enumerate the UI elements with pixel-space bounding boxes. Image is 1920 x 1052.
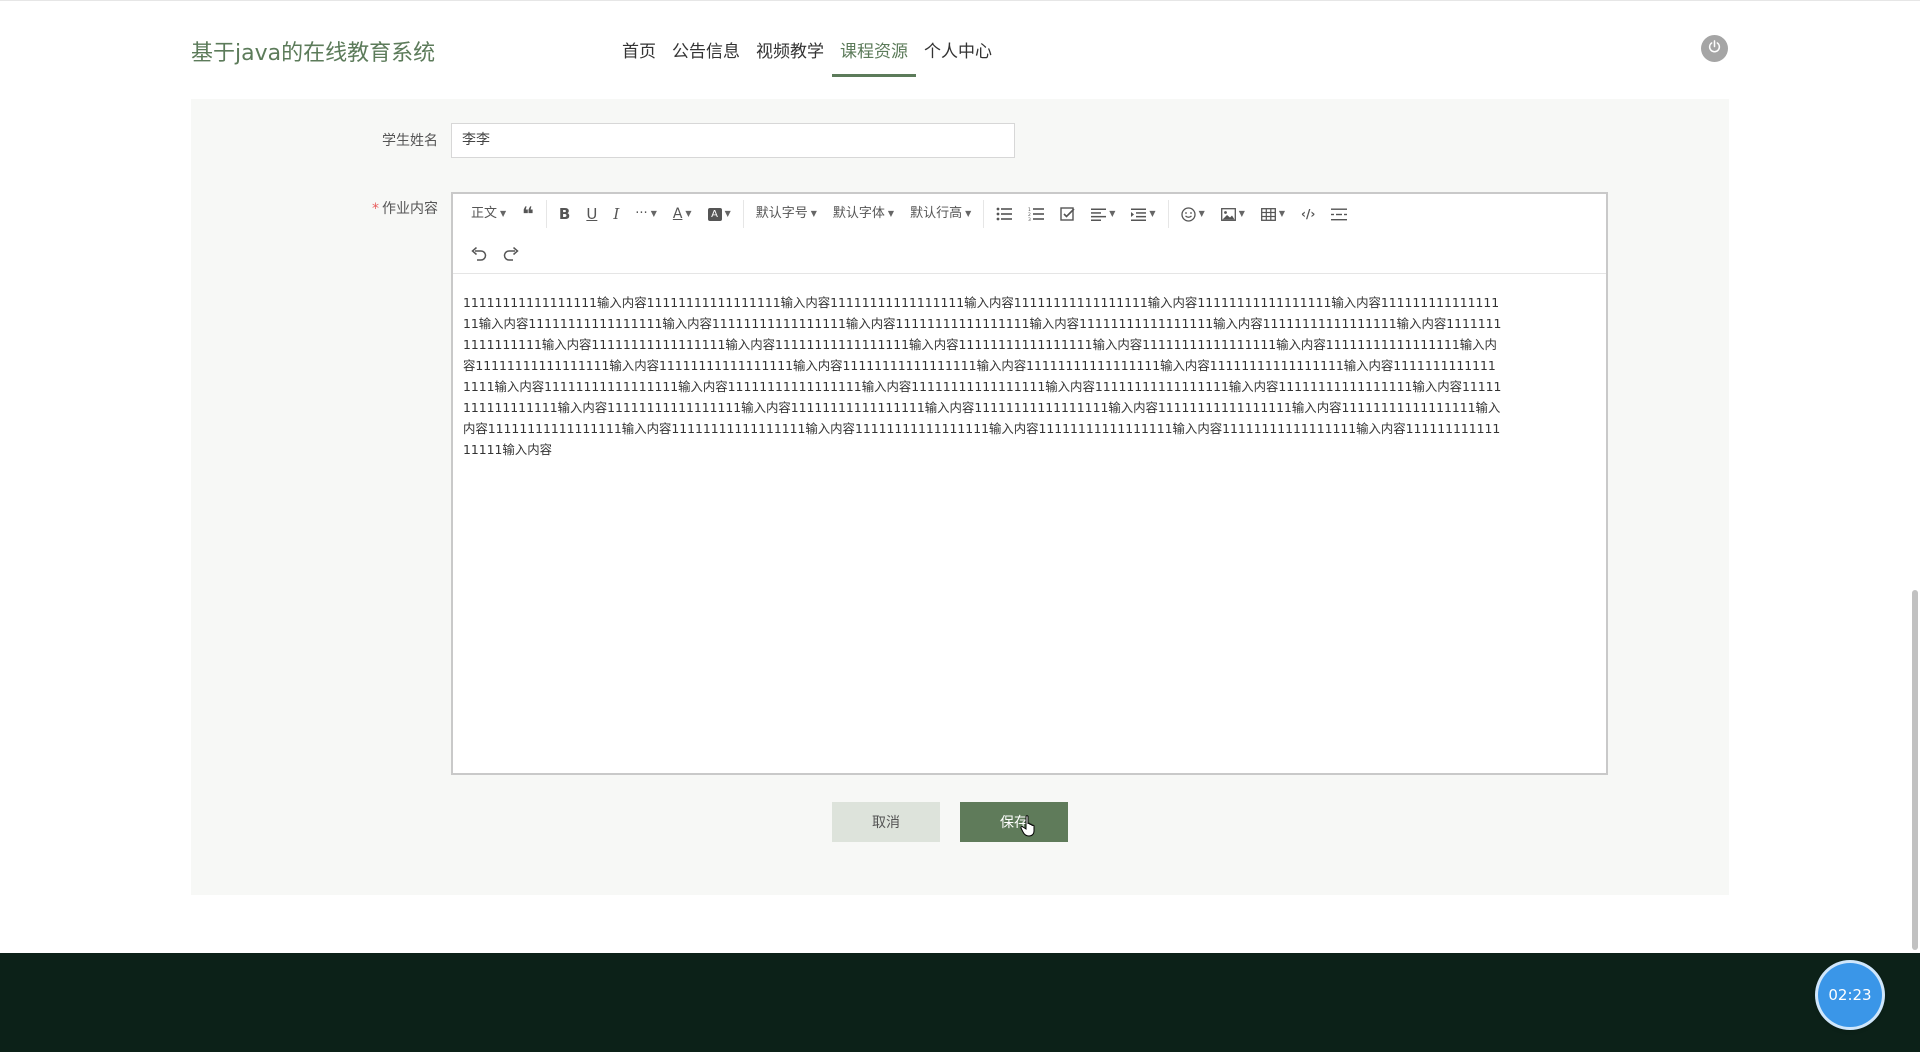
redo-button[interactable] xyxy=(495,234,527,274)
student-name-input[interactable]: 李李 xyxy=(451,123,1015,158)
background-color-dropdown[interactable]: A ▼ xyxy=(700,194,739,234)
align-dropdown[interactable]: ▼ xyxy=(1083,194,1123,234)
toolbar-row-2 xyxy=(463,234,527,274)
header: 基于java的在线教育系统 首页 公告信息 视频教学 课程资源 个人中心 xyxy=(0,1,1920,99)
code-button[interactable]: ‹/› xyxy=(1293,194,1323,234)
line-height-dropdown[interactable]: 默认行高 ▼ xyxy=(902,194,979,234)
table-icon xyxy=(1260,207,1276,221)
footer xyxy=(0,953,1920,1052)
caret-down-icon: ▼ xyxy=(1238,209,1245,218)
redo-icon xyxy=(503,247,519,261)
caret-down-icon: ▼ xyxy=(965,209,972,218)
power-icon xyxy=(1707,39,1722,58)
student-name-label: 学生姓名 xyxy=(382,133,438,149)
caret-down-icon: ▼ xyxy=(1149,209,1156,218)
underline-icon: U xyxy=(586,205,598,223)
underline-button[interactable]: U xyxy=(578,194,605,234)
blockquote-button[interactable]: ❝ xyxy=(514,194,542,234)
timer-badge[interactable]: 02:23 xyxy=(1818,963,1882,1027)
toolbar-divider xyxy=(1167,200,1169,228)
bulleted-list-icon xyxy=(996,207,1013,221)
content-label: * 作业内容 xyxy=(318,198,438,218)
caret-down-icon: ▼ xyxy=(810,209,817,218)
indent-dropdown[interactable]: ▼ xyxy=(1123,194,1163,234)
font-color-icon: A xyxy=(672,206,683,222)
timer-value: 02:23 xyxy=(1828,986,1872,1004)
svg-text:3: 3 xyxy=(1028,217,1031,221)
font-size-dropdown[interactable]: 默认字号 ▼ xyxy=(748,194,825,234)
font-color-dropdown[interactable]: A ▼ xyxy=(665,194,700,234)
toolbar-row-1: 正文 ▼ ❝ B U I ··· ▼ A ▼ A ▼ 默认字号 ▼ 默认字体 ▼ 默认行高 ▼… xyxy=(463,194,1355,234)
code-icon: ‹/› xyxy=(1301,207,1316,221)
toolbar-divider xyxy=(742,200,744,228)
caret-down-icon: ▼ xyxy=(685,209,692,218)
font-family-label: 默认字体 xyxy=(832,206,885,221)
indent-icon xyxy=(1131,208,1147,221)
toolbar-divider xyxy=(983,200,985,228)
line-height-label: 默认行高 xyxy=(910,206,963,221)
caret-down-icon: ▼ xyxy=(1278,209,1286,218)
quote-icon: ❝ xyxy=(522,202,534,226)
site-title[interactable]: 基于java的在线教育系统 xyxy=(191,35,435,67)
bold-button[interactable]: B xyxy=(551,194,578,234)
cancel-button[interactable]: 取消 xyxy=(832,802,940,842)
heading-dropdown-label: 正文 xyxy=(471,206,498,221)
more-format-dropdown[interactable]: ··· ▼ xyxy=(627,194,665,234)
caret-down-icon: ▼ xyxy=(650,209,657,218)
editor-content[interactable]: 11111111111111111输入内容11111111111111111输入… xyxy=(463,292,1503,460)
caret-down-icon: ▼ xyxy=(500,209,507,218)
nav-item-personal-center[interactable]: 个人中心 xyxy=(916,29,1000,77)
font-family-dropdown[interactable]: 默认字体 ▼ xyxy=(825,194,902,234)
image-dropdown[interactable]: ▼ xyxy=(1213,194,1253,234)
font-size-label: 默认字号 xyxy=(755,206,808,221)
caret-down-icon: ▼ xyxy=(1198,209,1205,218)
undo-button[interactable] xyxy=(463,234,495,274)
divider-button[interactable] xyxy=(1323,194,1355,234)
logout-button[interactable] xyxy=(1701,35,1728,62)
align-left-icon xyxy=(1091,208,1107,221)
bulleted-list-button[interactable] xyxy=(988,194,1020,234)
numbered-list-button[interactable]: 123 xyxy=(1020,194,1052,234)
toolbar-divider xyxy=(545,200,547,228)
undo-icon xyxy=(471,247,487,261)
checkbox-icon xyxy=(1060,206,1075,222)
italic-icon: I xyxy=(613,205,620,223)
background-color-icon: A xyxy=(707,207,722,221)
heading-dropdown[interactable]: 正文 ▼ xyxy=(463,194,514,234)
smiley-icon xyxy=(1180,206,1196,222)
nav-item-video-teaching[interactable]: 视频教学 xyxy=(748,29,832,77)
content-label-text: 作业内容 xyxy=(382,201,438,217)
image-icon xyxy=(1220,207,1236,221)
page-scrollbar[interactable] xyxy=(1912,590,1918,950)
caret-down-icon: ▼ xyxy=(1109,209,1116,218)
todo-button[interactable] xyxy=(1052,194,1083,234)
main-nav: 首页 公告信息 视频教学 课程资源 个人中心 xyxy=(614,29,1000,77)
italic-button[interactable]: I xyxy=(605,194,627,234)
more-format-label: ··· xyxy=(635,206,648,221)
editor-toolbar: 正文 ▼ ❝ B U I ··· ▼ A ▼ A ▼ 默认字号 ▼ 默认字体 ▼ 默认行高 ▼… xyxy=(453,194,1606,274)
numbered-list-icon: 123 xyxy=(1028,207,1045,221)
caret-down-icon: ▼ xyxy=(724,209,731,218)
nav-item-home[interactable]: 首页 xyxy=(614,29,664,77)
save-button[interactable]: 保存 xyxy=(960,802,1068,842)
nav-item-announcements[interactable]: 公告信息 xyxy=(664,29,748,77)
nav-item-course-resources[interactable]: 课程资源 xyxy=(832,29,916,77)
required-mark: * xyxy=(372,201,379,217)
emoji-dropdown[interactable]: ▼ xyxy=(1173,194,1213,234)
table-dropdown[interactable]: ▼ xyxy=(1253,194,1293,234)
horizontal-rule-icon xyxy=(1331,208,1348,221)
rich-text-editor[interactable]: 正文 ▼ ❝ B U I ··· ▼ A ▼ A ▼ 默认字号 ▼ 默认字体 ▼ 默认行高 ▼… xyxy=(451,192,1608,775)
caret-down-icon: ▼ xyxy=(887,209,895,218)
bold-icon: B xyxy=(558,205,571,223)
